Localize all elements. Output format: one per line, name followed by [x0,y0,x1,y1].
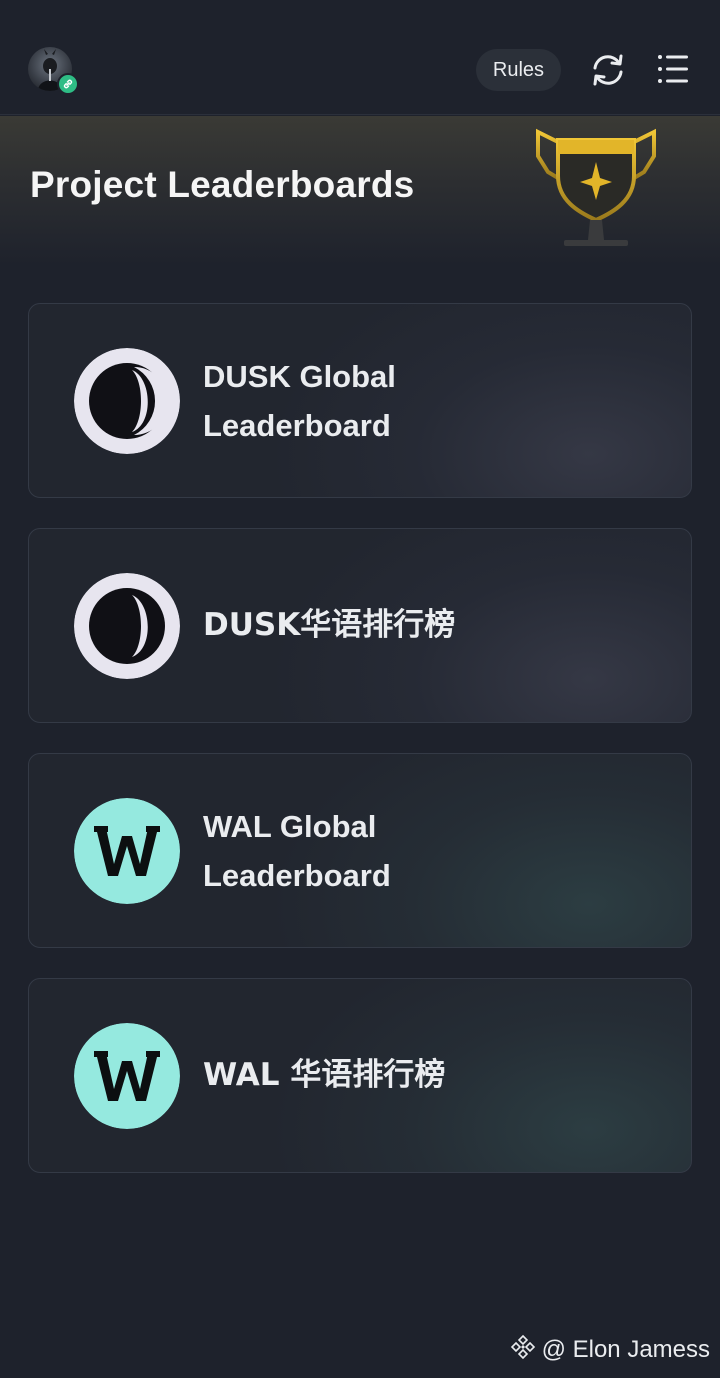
app-header: Rules [0,0,720,115]
leaderboard-name: DUSK华语排行榜 [203,607,456,643]
leaderboard-card-dusk-global[interactable]: DUSK Global Leaderboard [28,303,692,498]
leaderboard-card-wal-chinese[interactable]: WAL 华语排行榜 [28,978,692,1173]
dusk-logo [74,348,180,454]
link-icon [57,73,79,95]
leaderboard-name: WAL 华语排行榜 [203,1057,446,1093]
leaderboard-card-dusk-chinese[interactable]: DUSK华语排行榜 [28,528,692,723]
list-menu-icon[interactable] [656,52,690,86]
dusk-logo [74,573,180,679]
watermark-text: @ Elon Jamess [541,1336,710,1363]
page-title: Project Leaderboards [30,164,415,205]
leaderboard-name: DUSK Global Leaderboard [203,358,396,443]
wal-logo [74,1023,180,1129]
leaderboard-card-wal-global[interactable]: WAL Global Leaderboard [28,753,692,948]
watermark: @ Elon Jamess [510,1330,710,1370]
binance-icon [510,1334,536,1367]
wal-logo [74,798,180,904]
trophy-icon [534,128,658,258]
user-avatar[interactable] [28,47,79,95]
refresh-icon[interactable] [588,50,628,90]
leaderboard-name: WAL Global Leaderboard [203,808,391,893]
hero-banner: Project Leaderboards [0,116,720,266]
leaderboards-page: Rules Project Leaderboards DUSK Global L… [0,0,720,1378]
rules-button[interactable]: Rules [476,49,561,91]
